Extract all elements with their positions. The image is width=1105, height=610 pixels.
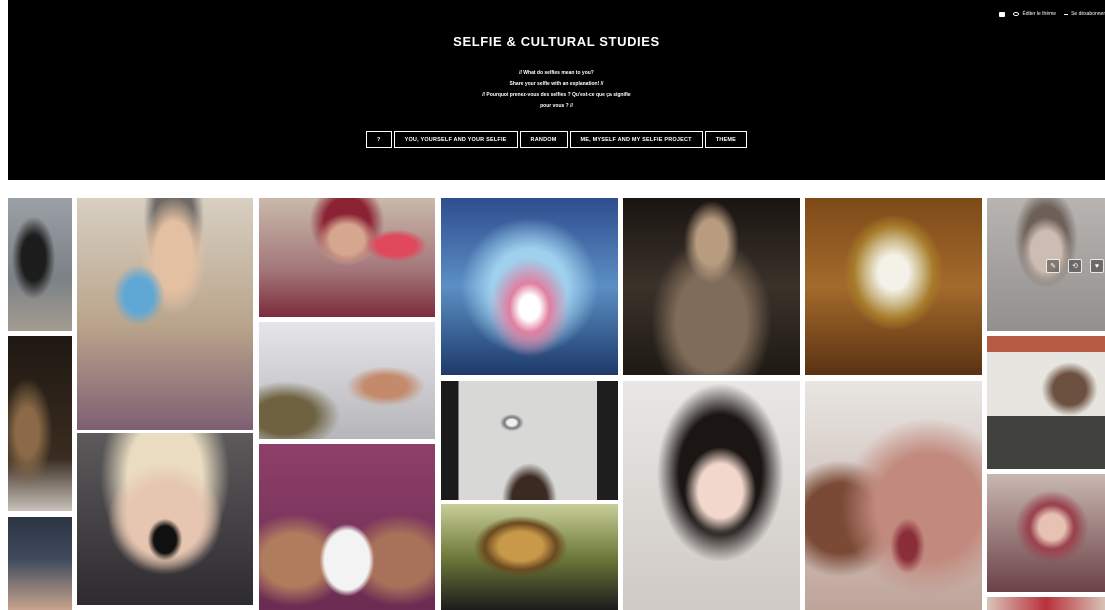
photo-avocado-nose[interactable]	[77, 433, 253, 605]
blog-title[interactable]: SELFIE & CULTURAL STUDIES	[8, 34, 1105, 49]
nav-me-myself-and-my-selfie-project[interactable]: ME, MYSELF AND MY SELFIE PROJECT	[569, 131, 703, 148]
photo-bruised-arm[interactable]	[805, 381, 982, 610]
pencil-icon: ✎	[1050, 263, 1056, 270]
photo-bottom-strip[interactable]	[987, 597, 1105, 610]
eye-icon	[1013, 12, 1020, 16]
unsubscribe-label: Se désabonner	[1071, 11, 1105, 17]
nav-you-yourself-and-your-selfie[interactable]: YOU, YOURSELF AND YOUR SELFIE	[393, 131, 518, 148]
photo-dark-portrait[interactable]	[8, 336, 72, 511]
reblog-icon: ⟲	[1072, 263, 1078, 270]
description-line: // Pourquoi prenez-vous des selfies ? Qu…	[482, 92, 631, 98]
photo-blurred-man[interactable]	[623, 198, 800, 375]
nav-ask[interactable]: ?	[366, 131, 392, 148]
photo-monkey-shoulder[interactable]	[987, 336, 1105, 469]
photo-watermelon[interactable]	[259, 198, 435, 317]
description-line: Share your selfie with an explanation! /…	[509, 81, 604, 87]
description-line: // What do selfies mean to you?	[519, 70, 594, 76]
photo-beanie-mirror-phone[interactable]	[77, 198, 253, 430]
blog-description: // What do selfies mean to you? Share yo…	[8, 68, 1105, 112]
unsubscribe-link[interactable]: Se désabonner	[1064, 11, 1105, 17]
photo-hooded-figure-beach[interactable]	[8, 198, 72, 331]
heart-icon: ♥	[1094, 262, 1100, 270]
reblog-button[interactable]: ⟲	[1068, 259, 1082, 273]
message-button[interactable]	[999, 11, 1006, 17]
photo-blue-glow[interactable]	[441, 198, 618, 375]
edit-theme-link[interactable]: Éditer le thème	[1013, 11, 1056, 17]
tumblr-controls: Éditer le thème Se désabonner	[999, 8, 1105, 20]
photo-ceiling-lamp[interactable]	[441, 381, 618, 500]
photo-girl-hand-face[interactable]: ✎ ⟲ ♥	[987, 198, 1105, 331]
photo-peace-sign[interactable]	[259, 322, 435, 439]
photo-pink-hair[interactable]	[987, 474, 1105, 592]
photo-ornate-mirror[interactable]	[805, 198, 982, 375]
blog-navigation: ? YOU, YOURSELF AND YOUR SELFIE RANDOM M…	[8, 131, 1105, 148]
edit-post-button[interactable]: ✎	[1046, 259, 1060, 273]
edit-theme-label: Éditer le thème	[1022, 11, 1057, 17]
photo-bangs-red-lips[interactable]	[623, 381, 800, 610]
photo-monkey-mask[interactable]	[441, 504, 618, 610]
description-line: pour vous ? //	[540, 103, 573, 109]
nav-random[interactable]: RANDOM	[519, 131, 568, 148]
blog-header: Éditer le thème Se désabonner SELFIE & C…	[8, 0, 1105, 180]
photo-beanie-closeup[interactable]	[8, 517, 72, 610]
photo-phone-hands[interactable]	[259, 444, 435, 610]
mail-icon	[999, 11, 1006, 17]
nav-theme[interactable]: THEME	[704, 131, 747, 148]
minus-icon	[1064, 13, 1069, 15]
like-button[interactable]: ♥	[1090, 259, 1104, 273]
